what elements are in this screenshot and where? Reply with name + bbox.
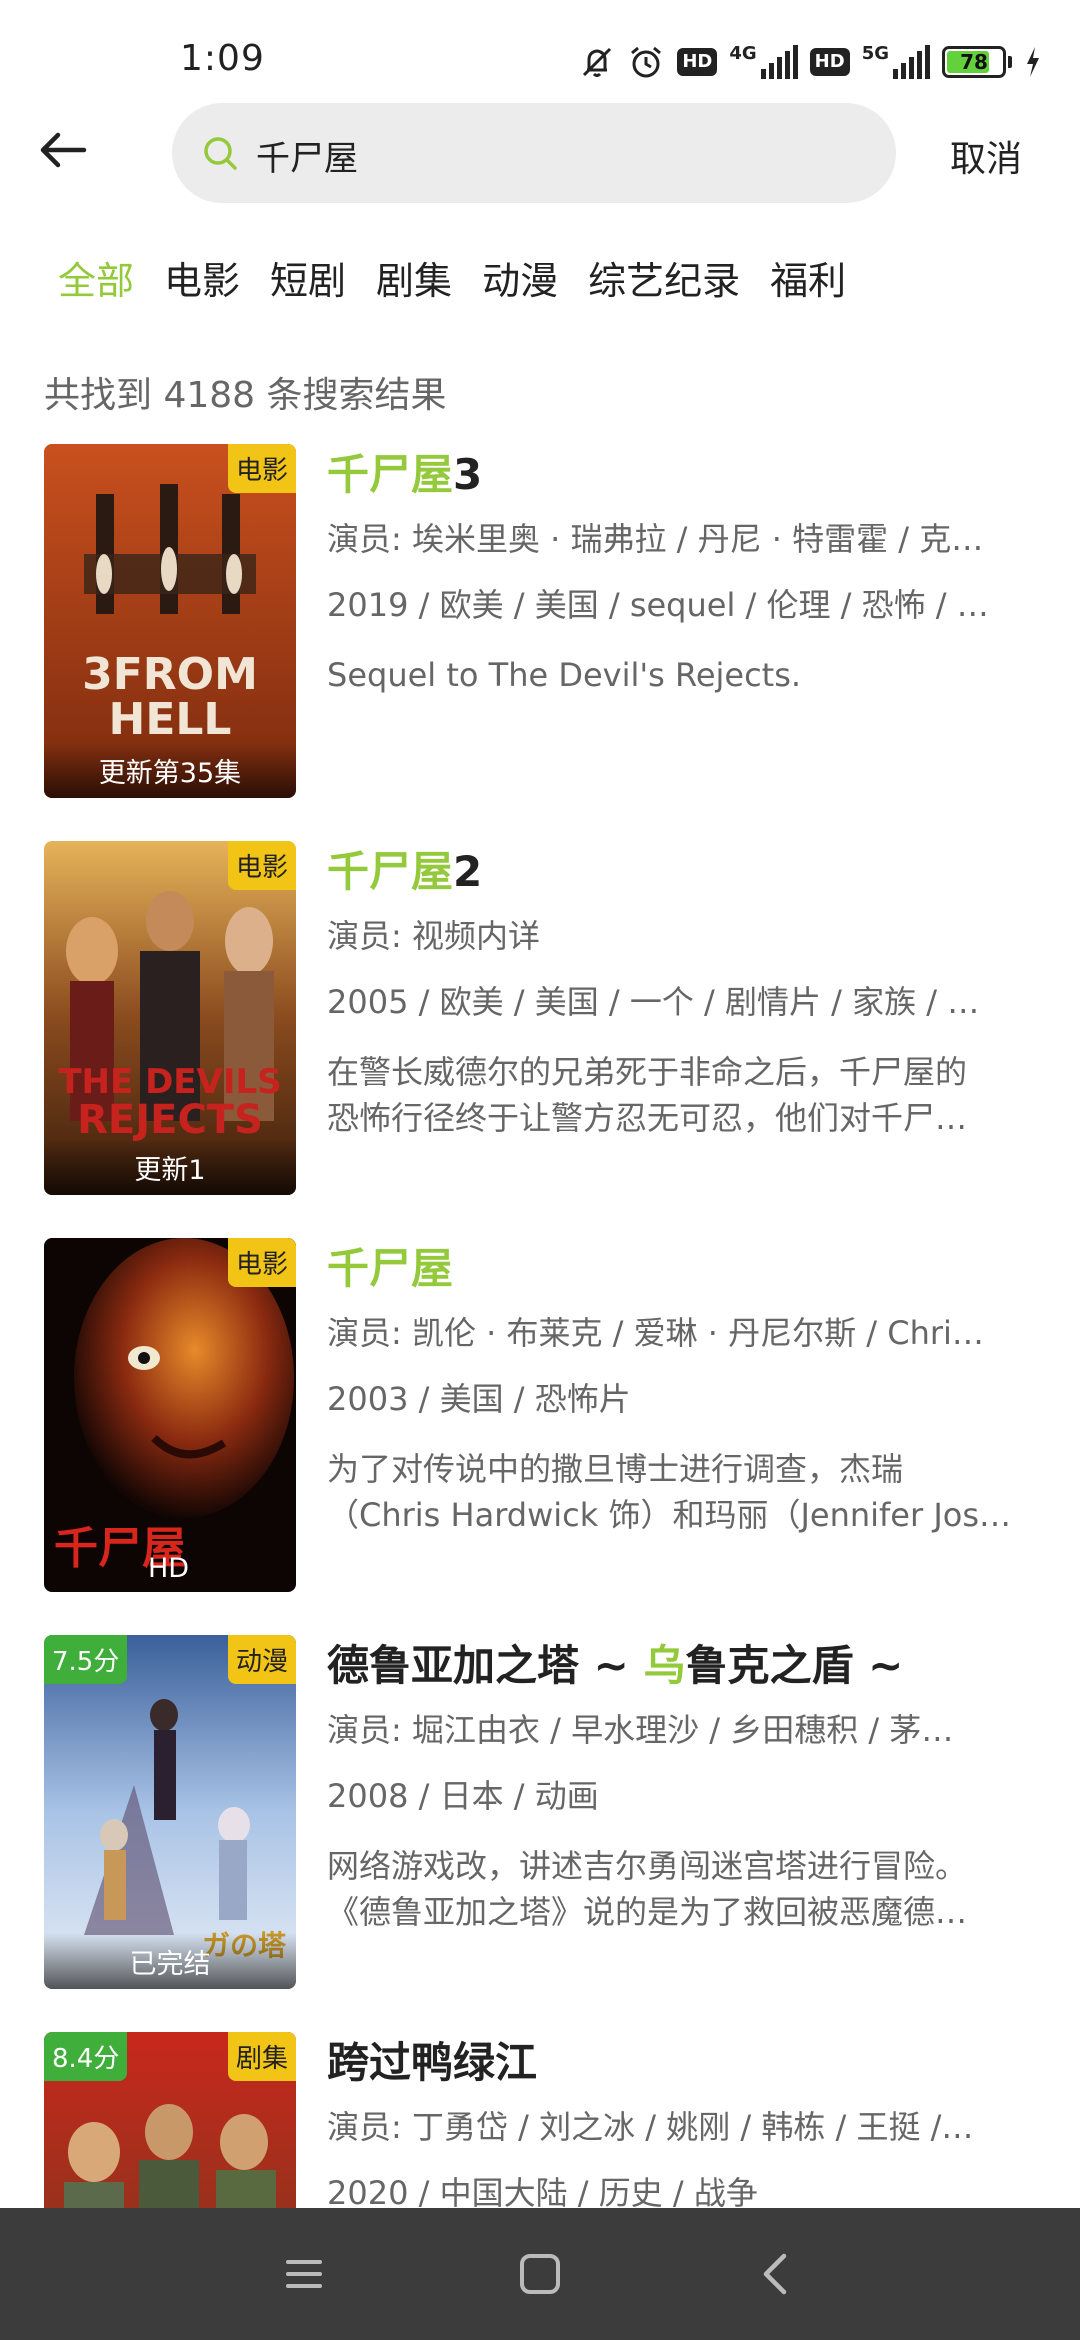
result-meta: 2003 / 美国 / 恐怖片 [327,1380,631,1418]
result-title[interactable]: 千尸屋 [327,1240,1047,1298]
tab-variety-documentary[interactable]: 综艺纪录 [588,250,740,306]
result-meta: 2008 / 日本 / 动画 [327,1777,599,1815]
hd-indicator-2: HD [809,48,850,76]
update-status: 已完结 [129,1949,211,1980]
status-icons: HD 4G HD 5G 78 [579,40,1042,84]
result-description: Sequel to The Devil's Rejects. [327,656,802,694]
update-status: 更新第35集 [98,758,242,789]
result-info: 千尸屋 演员: 凯伦 · 布莱克 / 爱琳 · 丹尼尔斯 / Chri… 200… [327,1238,1047,1538]
poster-image[interactable]: 3FROM HELL 电影 更新第35集 [44,444,296,798]
search-input[interactable]: 千尸屋 [172,103,896,203]
home-square-icon[interactable] [510,2244,570,2304]
type-badge: 动漫 [227,1635,296,1684]
result-info: 德鲁亚加之塔 ~ 乌鲁克之盾 ~ 演员: 堀江由衣 / 早水理沙 / 乡田穗积 … [327,1635,1047,1935]
update-status: 更新1 [134,1155,206,1186]
alarm-icon [631,46,662,78]
result-meta: 2005 / 欧美 / 美国 / 一个 / 剧情片 / 家族 / … [327,983,980,1021]
svg-text:REJECTS: REJECTS [77,1097,263,1143]
system-nav-bar [0,2208,1080,2340]
svg-text:HELL: HELL [109,694,232,745]
type-badge: 电影 [227,444,296,493]
tab-all[interactable]: 全部 [58,250,134,306]
result-item[interactable]: ガの塔 7.5分 动漫 已完结 德鲁亚加之塔 ~ 乌鲁克之盾 ~ 演员: 堀江由… [44,1635,1044,1991]
menu-icon[interactable] [274,2244,334,2304]
result-title[interactable]: 跨过鸭绿江 [327,2034,1047,2092]
category-tabs: 全部 电影 短剧 剧集 动漫 综艺纪录 福利 [58,250,876,306]
result-count: 共找到 4188 条搜索结果 [44,375,447,416]
network-type-label-2: 5G [861,42,889,64]
result-info: 千尸屋2 演员: 视频内详 2005 / 欧美 / 美国 / 一个 / 剧情片 … [327,841,1047,1141]
network-type-label: 4G [729,42,757,64]
result-title[interactable]: 千尸屋2 [327,843,1047,901]
result-info: 跨过鸭绿江 演员: 丁勇岱 / 刘之冰 / 姚刚 / 韩栋 / 王挺 /… 20… [327,2032,1047,2216]
result-title[interactable]: 德鲁亚加之塔 ~ 乌鲁克之盾 ~ [327,1637,1047,1695]
battery-icon: 78 [942,46,1012,78]
status-bar: 1:09 HD 4G HD 5G 78 [0,0,1080,100]
tab-series[interactable]: 剧集 [376,250,452,306]
result-actors: 演员: 埃米里奥 · 瑞弗拉 / 丹尼 · 特雷霍 / 克… [327,520,984,558]
mute-bell-icon [583,47,612,77]
type-badge: 电影 [227,841,296,890]
poster-art: 千尸屋 [44,1238,296,1592]
result-actors: 演员: 堀江由衣 / 早水理沙 / 乡田穗积 / 茅… [327,1711,954,1749]
signal-icon [760,45,798,79]
score-badge: 7.5分 [44,1635,128,1684]
result-actors: 演员: 凯伦 · 布莱克 / 爱琳 · 丹尼尔斯 / Chri… [327,1314,984,1352]
tab-movie[interactable]: 电影 [164,250,240,306]
result-actors: 演员: 丁勇岱 / 刘之冰 / 姚刚 / 韩栋 / 王挺 /… [327,2108,974,2146]
status-time: 1:09 [180,38,265,79]
result-description: 网络游戏改，讲述吉尔勇闯迷宫塔进行冒险。 《德鲁亚加之塔》说的是为了救回被恶魔德… [327,1847,968,1931]
back-arrow-icon[interactable] [36,120,96,180]
tab-welfare[interactable]: 福利 [770,250,846,306]
result-info: 千尸屋3 演员: 埃米里奥 · 瑞弗拉 / 丹尼 · 特雷霍 / 克… 2019… [327,444,1047,698]
tab-anime[interactable]: 动漫 [482,250,558,306]
svg-text:3FROM: 3FROM [82,649,258,700]
score-badge: 8.4分 [44,2032,128,2081]
result-meta: 2019 / 欧美 / 美国 / sequel / 伦理 / 恐怖 / … [327,586,989,624]
result-item[interactable]: THE DEVILS REJECTS 电影 更新1 千尸屋2 演员: 视频内详 … [44,841,1044,1197]
poster-image[interactable]: 千尸屋 电影 HD [44,1238,296,1592]
search-query[interactable]: 千尸屋 [256,131,358,180]
result-item[interactable]: 3FROM HELL 电影 更新第35集 千尸屋3 演员: 埃米里奥 · 瑞弗拉… [44,444,1044,800]
search-icon [204,137,237,170]
result-item[interactable]: 千尸屋 电影 HD 千尸屋 演员: 凯伦 · 布莱克 / 爱琳 · 丹尼尔斯 /… [44,1238,1044,1594]
signal-icon-2 [893,45,930,79]
charging-icon [1027,47,1039,77]
poster-image[interactable]: ガの塔 7.5分 动漫 已完结 [44,1635,296,1989]
battery-level: 78 [960,50,988,74]
cancel-button[interactable]: 取消 [950,130,1022,182]
hd-indicator: HD [677,48,718,76]
result-actors: 演员: 视频内详 [327,917,540,955]
poster-image[interactable]: THE DEVILS REJECTS 电影 更新1 [44,841,296,1195]
update-status: HD [148,1553,190,1584]
type-badge: 剧集 [227,2032,296,2081]
back-chevron-icon[interactable] [746,2244,806,2304]
result-description: 为了对传说中的撒旦博士进行调查，杰瑞 （Chris Hardwick 饰）和玛丽… [327,1450,1012,1534]
screen: 1:09 HD 4G HD 5G 78 千尸屋 取消 全部 电影 短剧 剧集 动… [0,0,1080,2340]
result-title[interactable]: 千尸屋3 [327,446,1047,504]
tab-short-drama[interactable]: 短剧 [270,250,346,306]
result-description: 在警长威德尔的兄弟死于非命之后，千尸屋的 恐怖行径终于让警方忍无可忍，他们对千尸… [327,1053,968,1137]
svg-text:THE DEVILS: THE DEVILS [58,1062,281,1102]
type-badge: 电影 [227,1238,296,1287]
